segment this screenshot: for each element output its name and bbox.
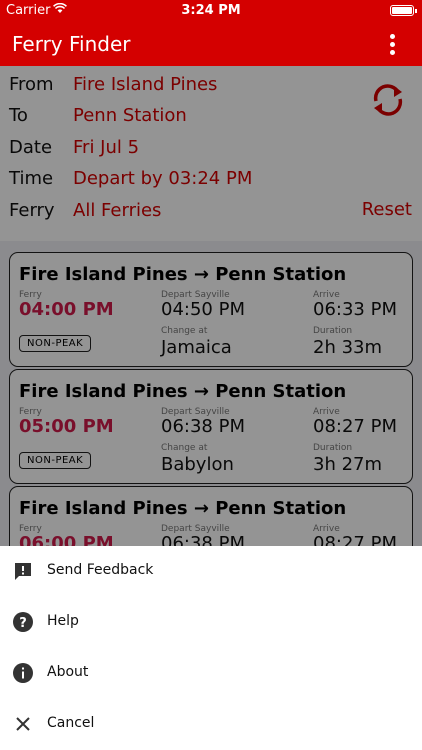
about-label: About bbox=[47, 664, 89, 680]
help-item[interactable]: ? Help bbox=[0, 597, 422, 648]
info-icon bbox=[13, 663, 33, 683]
cancel-item[interactable]: Cancel bbox=[0, 699, 422, 750]
send-feedback-label: Send Feedback bbox=[47, 562, 154, 578]
about-item[interactable]: About bbox=[0, 648, 422, 699]
help-label: Help bbox=[47, 613, 79, 629]
send-feedback-item[interactable]: Send Feedback bbox=[0, 546, 422, 597]
bottom-sheet-menu: Send Feedback ? Help About Cancel bbox=[0, 546, 422, 750]
svg-text:?: ? bbox=[19, 616, 27, 631]
battery-icon bbox=[390, 5, 417, 16]
app-bar: Ferry Finder bbox=[0, 22, 422, 66]
cancel-label: Cancel bbox=[47, 715, 95, 731]
clock: 3:24 PM bbox=[181, 3, 241, 18]
modal-overlay[interactable] bbox=[0, 66, 422, 546]
help-icon: ? bbox=[13, 612, 33, 632]
close-icon bbox=[13, 714, 33, 734]
status-bar: Carrier 3:24 PM bbox=[0, 0, 422, 22]
feedback-icon bbox=[13, 561, 33, 581]
app-title: Ferry Finder bbox=[12, 32, 131, 56]
more-options-icon[interactable] bbox=[390, 34, 396, 56]
